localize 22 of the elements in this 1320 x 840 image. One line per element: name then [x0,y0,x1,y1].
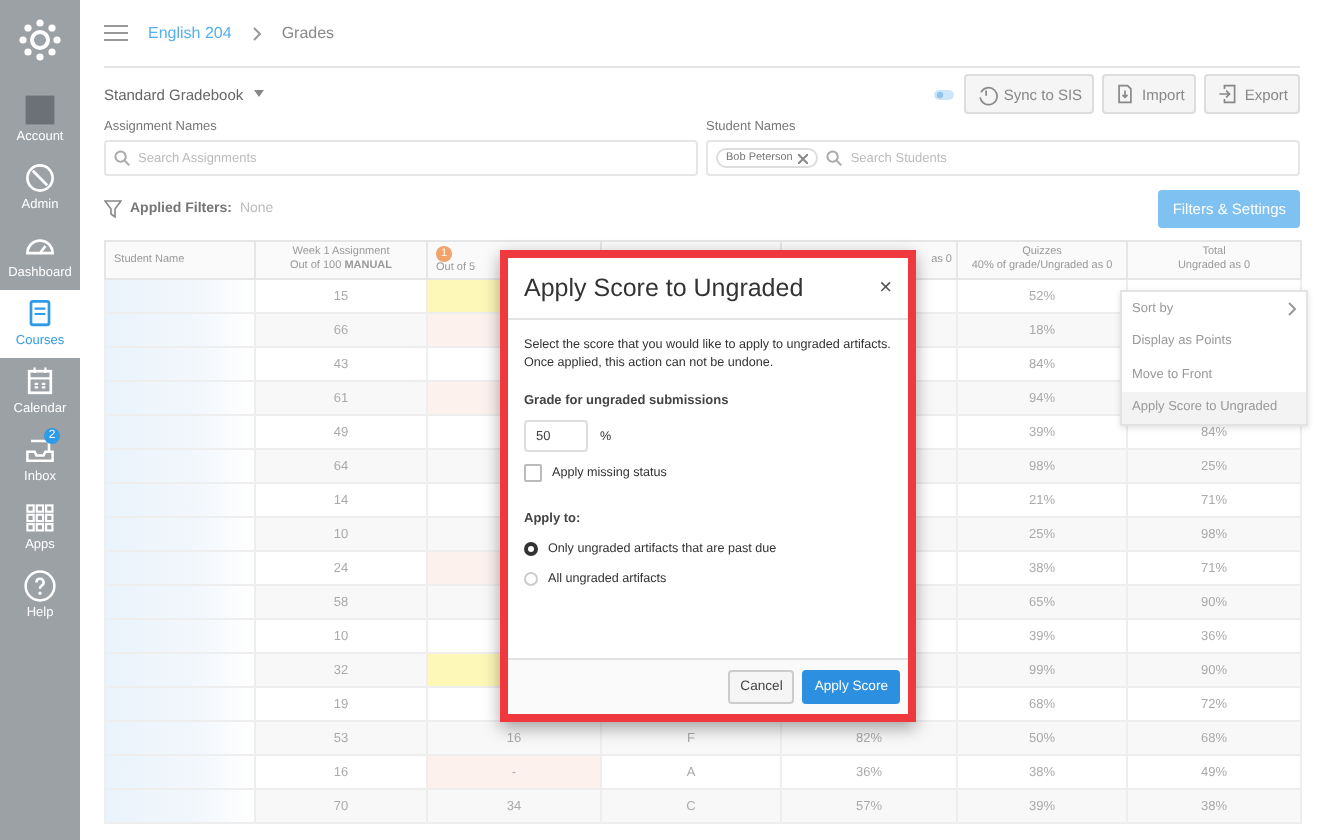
dialog-title: Apply Score to Ungraded [524,274,804,302]
import-icon [1114,82,1137,106]
breadcrumb-link[interactable]: English 204 [148,24,232,42]
chevron-right-icon [251,25,262,41]
sync-icon [975,82,998,106]
close-icon [798,153,809,163]
logo-icon [18,18,62,62]
radio-button[interactable] [524,542,538,556]
calendar-icon [22,364,58,400]
export-icon [1216,82,1239,106]
search-icon [114,150,130,166]
search-icon [826,150,843,166]
avatar-icon [22,92,58,128]
toggle-icon [931,85,956,103]
close-button[interactable]: × [879,276,892,300]
menu-icon[interactable] [104,24,128,42]
checkbox[interactable] [524,464,542,482]
breadcrumb-current: Grades [281,24,335,42]
apps-grid-icon [22,500,58,536]
caret-icon [253,90,264,98]
filter-icon [104,199,122,217]
help-icon [22,568,58,604]
